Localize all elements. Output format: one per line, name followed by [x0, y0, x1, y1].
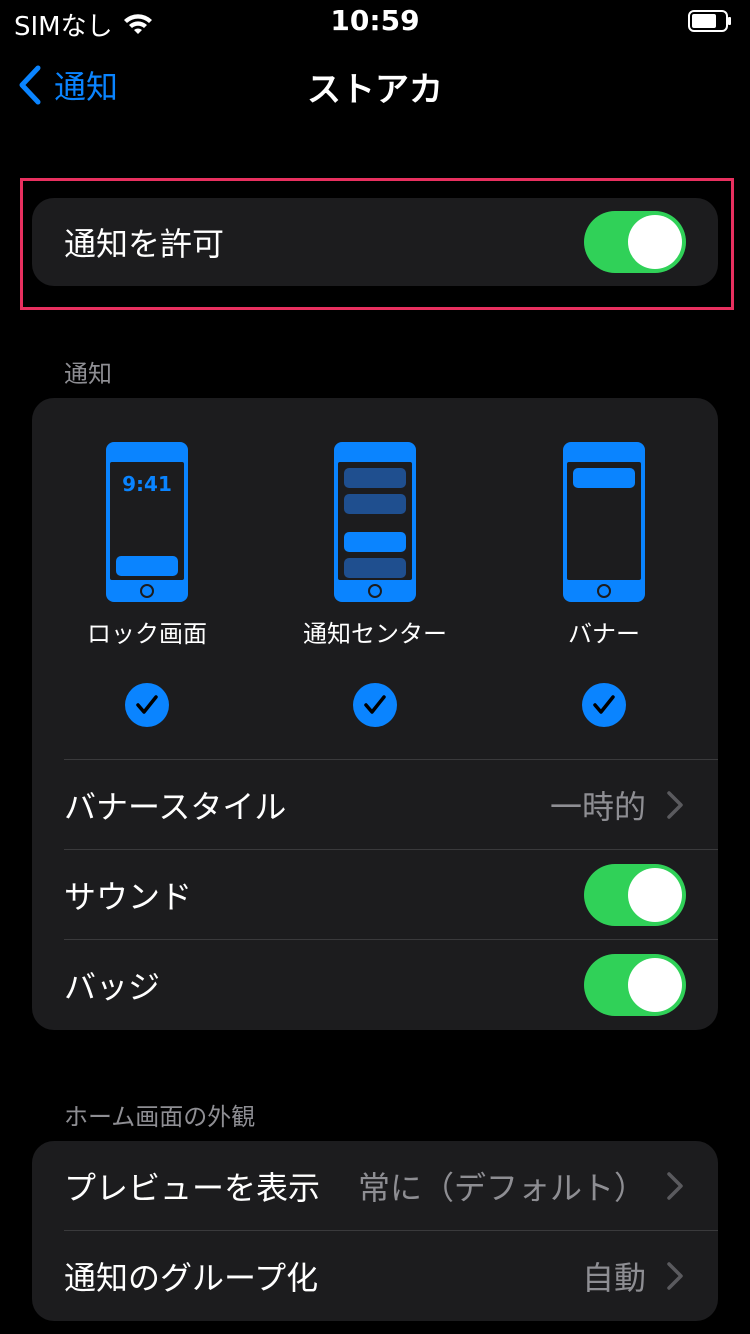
- sound-toggle[interactable]: [584, 863, 686, 926]
- notifications-group: 9:41 ロック画面 通知センター バナー バナースタイル 一時的 サウンド バ…: [32, 398, 718, 1030]
- sound-row: サウンド: [32, 850, 718, 939]
- banner-label: バナー: [568, 620, 640, 648]
- show-previews-value: 常に（デフォルト）: [357, 1168, 646, 1207]
- battery-icon: [688, 10, 731, 32]
- allow-notifications-label: 通知を許可: [64, 225, 225, 263]
- notification-center-check-icon[interactable]: [353, 683, 397, 727]
- allow-notifications-row: 通知を許可: [32, 198, 718, 286]
- notification-center-label: 通知センター: [303, 620, 447, 648]
- notifications-section-header: 通知: [64, 360, 112, 388]
- badge-label: バッジ: [64, 967, 161, 1006]
- style-lock-screen[interactable]: 9:41 ロック画面: [47, 442, 247, 727]
- banner-style-row[interactable]: バナースタイル 一時的: [32, 760, 718, 849]
- grouping-label: 通知のグループ化: [64, 1258, 319, 1297]
- show-previews-row[interactable]: プレビューを表示 常に（デフォルト）: [32, 1141, 718, 1230]
- grouping-value: 自動: [581, 1258, 646, 1297]
- banner-phone-icon: [563, 442, 645, 602]
- lock-screen-label: ロック画面: [87, 620, 207, 648]
- page-title: ストアカ: [307, 70, 443, 110]
- show-previews-label: プレビューを表示: [64, 1168, 321, 1207]
- badge-toggle[interactable]: [584, 953, 686, 1016]
- allow-group: 通知を許可: [32, 198, 718, 286]
- style-notification-center[interactable]: 通知センター: [275, 442, 475, 727]
- home-section-header: ホーム画面の外観: [64, 1103, 256, 1131]
- home-group: プレビューを表示 常に（デフォルト） 通知のグループ化 自動: [32, 1141, 718, 1321]
- lock-screen-phone-icon: 9:41: [106, 442, 188, 602]
- sound-label: サウンド: [64, 877, 193, 916]
- notification-center-phone-icon: [334, 442, 416, 602]
- badge-row: バッジ: [32, 940, 718, 1029]
- lock-screen-check-icon[interactable]: [125, 683, 169, 727]
- chevron-right-icon: [667, 1261, 683, 1290]
- lock-time: 9:41: [122, 472, 172, 496]
- grouping-row[interactable]: 通知のグループ化 自動: [32, 1231, 718, 1320]
- banner-style-value: 一時的: [549, 787, 646, 826]
- chevron-right-icon: [667, 1171, 683, 1200]
- allow-notifications-toggle[interactable]: [584, 211, 686, 273]
- banner-check-icon[interactable]: [582, 683, 626, 727]
- chevron-right-icon: [667, 790, 683, 819]
- style-banner[interactable]: バナー: [504, 442, 704, 727]
- status-time: 10:59: [330, 4, 420, 37]
- banner-style-label: バナースタイル: [64, 787, 287, 826]
